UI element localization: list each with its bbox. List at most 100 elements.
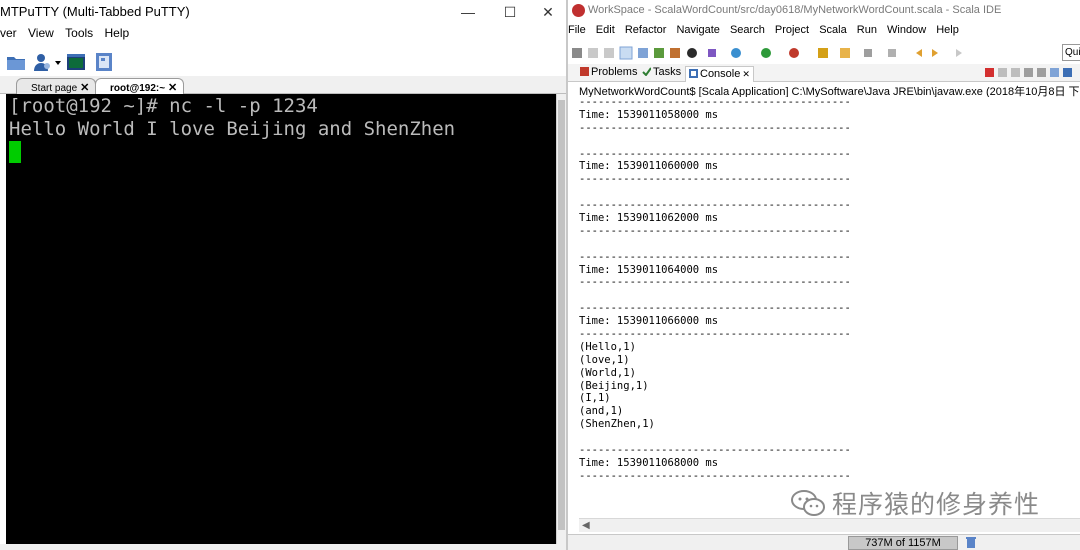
heap-status[interactable]: 737M of 1157M [848,536,958,550]
console-line: ----------------------------------------… [579,444,851,457]
forward-icon [932,49,938,57]
menu-server[interactable]: ver [0,26,17,40]
menu-scala[interactable]: Scala [819,24,847,36]
ide-menu-bar: File Edit Refactor Navigate Search Proje… [568,24,966,42]
console-line: Time: 1539011060000 ms [579,160,719,173]
remove-launch-icon [998,68,1007,77]
pin-console-icon [1050,68,1059,77]
quick-access-input[interactable]: Qui [1062,44,1080,61]
tab-console[interactable]: Console ✕ [685,66,754,82]
menu-view[interactable]: View [28,26,54,40]
next-icon [956,49,962,57]
package-icon [654,48,664,58]
menu-tools[interactable]: Tools [65,26,93,40]
script-icon[interactable] [94,52,114,72]
putty-bottom-edge [0,544,566,550]
menu-run[interactable]: Run [857,24,877,36]
terminal-cursor [9,141,21,163]
terminate-icon [985,68,994,77]
console-view-actions[interactable] [985,67,1080,79]
console-launch-header: MyNetworkWordCount$ [Scala Application] … [579,86,1080,97]
tab-label: Problems [591,66,638,78]
open-type-icon [840,48,850,58]
console-line: ----------------------------------------… [579,328,851,341]
console-output[interactable]: ----------------------------------------… [579,96,1079,514]
menu-edit[interactable]: Edit [596,24,615,36]
clear-console-icon [1024,68,1033,77]
folder-icon[interactable] [6,52,26,72]
menu-help[interactable]: Help [936,24,959,36]
putty-window-title: MTPuTTY (Multi-Tabbed PuTTY) [0,4,190,19]
toggle-icon [619,46,633,60]
console-line: Time: 1539011058000 ms [579,108,719,121]
console-line: ----------------------------------------… [579,147,851,160]
maximize-button[interactable]: ☐ [490,0,530,24]
menu-project[interactable]: Project [775,24,809,36]
class-icon [670,48,680,58]
terminal-scrollbar[interactable] [556,94,566,544]
scala-ide-logo-icon [572,4,585,17]
console-line: (I,1) [579,392,611,405]
console-line: Time: 1539011064000 ms [579,263,719,276]
ide-toolbar-icons[interactable] [570,45,990,61]
ide-view-tabs: Problems Tasks Console ✕ [568,64,1080,82]
tab-label: Console [700,68,741,80]
tab-root-session[interactable]: root@192:~ ✕ [95,78,185,94]
console-line: ----------------------------------------… [579,250,851,263]
terminal-icon[interactable] [66,52,86,72]
menu-window[interactable]: Window [887,24,926,36]
connect-person-icon[interactable] [32,52,52,72]
console-line: ----------------------------------------… [579,96,851,108]
menu-file[interactable]: File [568,24,586,36]
close-button[interactable]: ✕ [528,0,568,24]
close-icon[interactable]: ✕ [742,69,750,79]
chevron-down-icon[interactable] [54,52,62,72]
scala-ide-window: WorkSpace - ScalaWordCount/src/day0618/M… [566,0,1080,550]
console-line: ----------------------------------------… [579,276,851,289]
run-config-icon [687,48,697,58]
tab-start-page[interactable]: Start page ✕ [16,78,97,94]
menu-navigate[interactable]: Navigate [676,24,719,36]
scrollbar-thumb[interactable] [558,100,565,530]
terminal-screen[interactable]: [root@192 ~]# nc -l -p 1234 Hello World I… [6,94,556,544]
new-icon [572,48,582,58]
profile-icon [708,49,716,57]
console-line: (and,1) [579,405,624,418]
console-line: ----------------------------------------… [579,121,851,134]
tab-label: root@192:~ [110,83,166,94]
watermark-text: 程序猿的修身养性 [832,490,1041,519]
console-line: Time: 1539011068000 ms [579,456,719,469]
minimize-button[interactable]: — [448,0,488,24]
tab-label: Tasks [653,66,682,78]
terminal-prompt-line: [root@192 ~]# nc -l -p 1234 [9,95,318,117]
garbage-collect-icon[interactable] [966,537,976,548]
menu-search[interactable]: Search [730,24,765,36]
console-line: Time: 1539011062000 ms [579,212,719,225]
scroll-left-arrow-icon[interactable]: ◀ [582,520,590,531]
menu-help[interactable]: Help [105,26,130,40]
wechat-logo-icon [791,490,825,516]
console-line: (Hello,1) [579,340,636,353]
display-console-icon [1063,68,1072,77]
tab-problems[interactable]: Problems [580,66,637,82]
close-icon[interactable]: ✕ [80,82,89,94]
console-line: ----------------------------------------… [579,469,851,482]
ide-toolbar: Qui [568,43,1080,63]
save-icon [588,48,598,58]
run-icon [761,48,771,58]
putty-title-bar[interactable]: MTPuTTY (Multi-Tabbed PuTTY) — ☐ ✕ [0,0,566,24]
ide-status-bar: 737M of 1157M [568,534,1080,550]
menu-refactor[interactable]: Refactor [625,24,667,36]
console-line: ----------------------------------------… [579,173,851,186]
console-line: ----------------------------------------… [579,302,851,315]
terminal-cursor-line [9,141,556,164]
remove-all-icon [1011,68,1020,77]
console-icon [689,69,698,78]
save-all-icon [604,48,614,58]
ide-title-bar[interactable]: WorkSpace - ScalaWordCount/src/day0618/M… [568,0,1080,22]
close-icon[interactable]: ✕ [168,82,177,94]
tab-tasks[interactable]: Tasks [642,66,681,82]
